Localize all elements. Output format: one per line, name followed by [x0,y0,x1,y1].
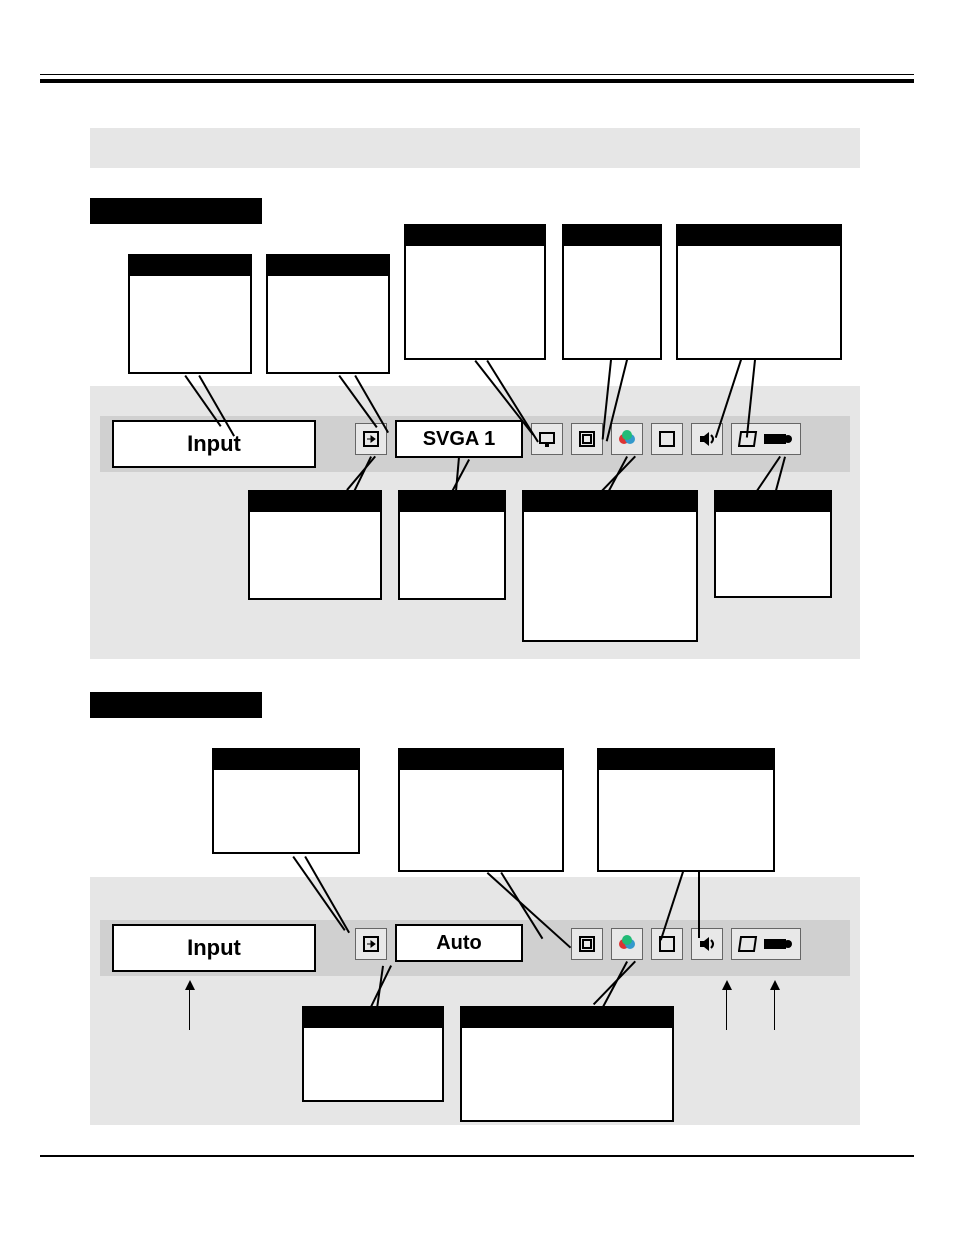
callout-v-top-3 [597,748,775,872]
heading-band [90,128,860,168]
callout-top-3 [404,224,546,360]
callout-bot-4 [714,490,832,598]
callout-top-5 [676,224,842,360]
callout-top-4 [562,224,662,360]
image-adjust-icon[interactable] [651,423,683,455]
callout-bot-2 [398,490,506,600]
source-change-icon-v[interactable] [355,928,387,960]
section-badge-video [90,692,262,718]
callout-bot-3 [522,490,698,642]
image-level-icon-v[interactable] [611,928,643,960]
source-change-icon[interactable] [355,423,387,455]
system-box-video[interactable]: Auto [395,924,523,962]
callout-bot-1 [248,490,382,600]
arrow-up-3 [770,980,780,990]
callout-v-bot-1 [302,1006,444,1102]
sound-icon-v[interactable] [691,928,723,960]
callout-v-bot-2 [460,1006,674,1122]
input-box-video[interactable]: Input [112,924,316,972]
screen-icon-v[interactable] [571,928,603,960]
section-badge-computer [90,198,262,224]
image-level-icon[interactable] [611,423,643,455]
callout-top-2 [266,254,390,374]
image-adjust-icon-v[interactable] [651,928,683,960]
system-box-computer[interactable]: SVGA 1 [395,420,523,458]
input-box-computer[interactable]: Input [112,420,316,468]
callout-top-1 [128,254,252,374]
callout-v-top-2 [398,748,564,872]
callout-v-top-1 [212,748,360,854]
setting-icon[interactable] [731,423,801,455]
arrow-up-2 [722,980,732,990]
arrow-up-1 [185,980,195,990]
setting-icon-v[interactable] [731,928,801,960]
screen-icon[interactable] [571,423,603,455]
